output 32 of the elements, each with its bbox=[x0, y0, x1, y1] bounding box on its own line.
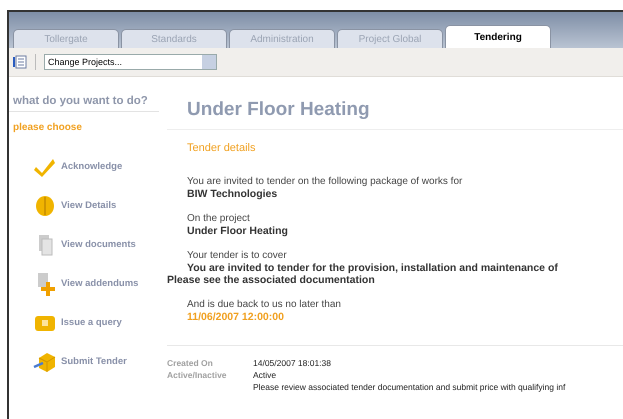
intro-text: On the project bbox=[187, 213, 251, 225]
intro-text: You are invited to tender on the following package of works for bbox=[187, 176, 464, 188]
value-text: 11/06/2007 12:00:00 bbox=[187, 311, 285, 323]
tab[interactable]: Administration bbox=[229, 29, 335, 48]
action-link[interactable]: Submit Tender bbox=[61, 356, 127, 367]
action-link[interactable]: Issue a query bbox=[61, 317, 122, 328]
tab[interactable]: Standards bbox=[121, 29, 227, 48]
tab[interactable]: Project Global bbox=[337, 29, 443, 48]
note-text: Please see the associated documentation bbox=[167, 274, 376, 286]
page-title: Under Floor Heating bbox=[187, 99, 371, 121]
action-link[interactable]: View documents bbox=[61, 239, 136, 250]
field-value: Please review associated tender documentation and submit price with qualifying inf bbox=[253, 382, 566, 392]
action-link[interactable]: View Details bbox=[61, 200, 116, 211]
project-dropdown[interactable]: Change Projects... bbox=[44, 54, 217, 70]
list-icon[interactable] bbox=[13, 55, 27, 69]
section-title: Tender details bbox=[187, 142, 256, 154]
action-link[interactable]: Acknowledge bbox=[61, 161, 122, 172]
action-link[interactable]: View addendums bbox=[61, 278, 138, 289]
field-value: 14/05/2007 18:01:38 bbox=[253, 358, 332, 368]
intro-text: Your tender is to cover bbox=[187, 250, 288, 262]
intro-text: And is due back to us no later than bbox=[187, 299, 342, 311]
sidebar-heading: what do you want to do? bbox=[9, 95, 159, 112]
sidebar-subheading: please choose bbox=[12, 122, 83, 133]
tab[interactable]: Tollergate bbox=[13, 29, 119, 48]
tab[interactable]: Tendering bbox=[445, 25, 551, 48]
field-value: Active bbox=[253, 370, 278, 380]
value-text: You are invited to tender for the provision, installation and maintenance of bbox=[187, 262, 559, 274]
field-label: Created On bbox=[167, 358, 214, 368]
value-text: Under Floor Heating bbox=[187, 225, 289, 237]
details-icon[interactable] bbox=[33, 194, 57, 218]
value-text: BIW Technologies bbox=[187, 188, 278, 200]
field-label: Active/Inactive bbox=[167, 370, 228, 380]
